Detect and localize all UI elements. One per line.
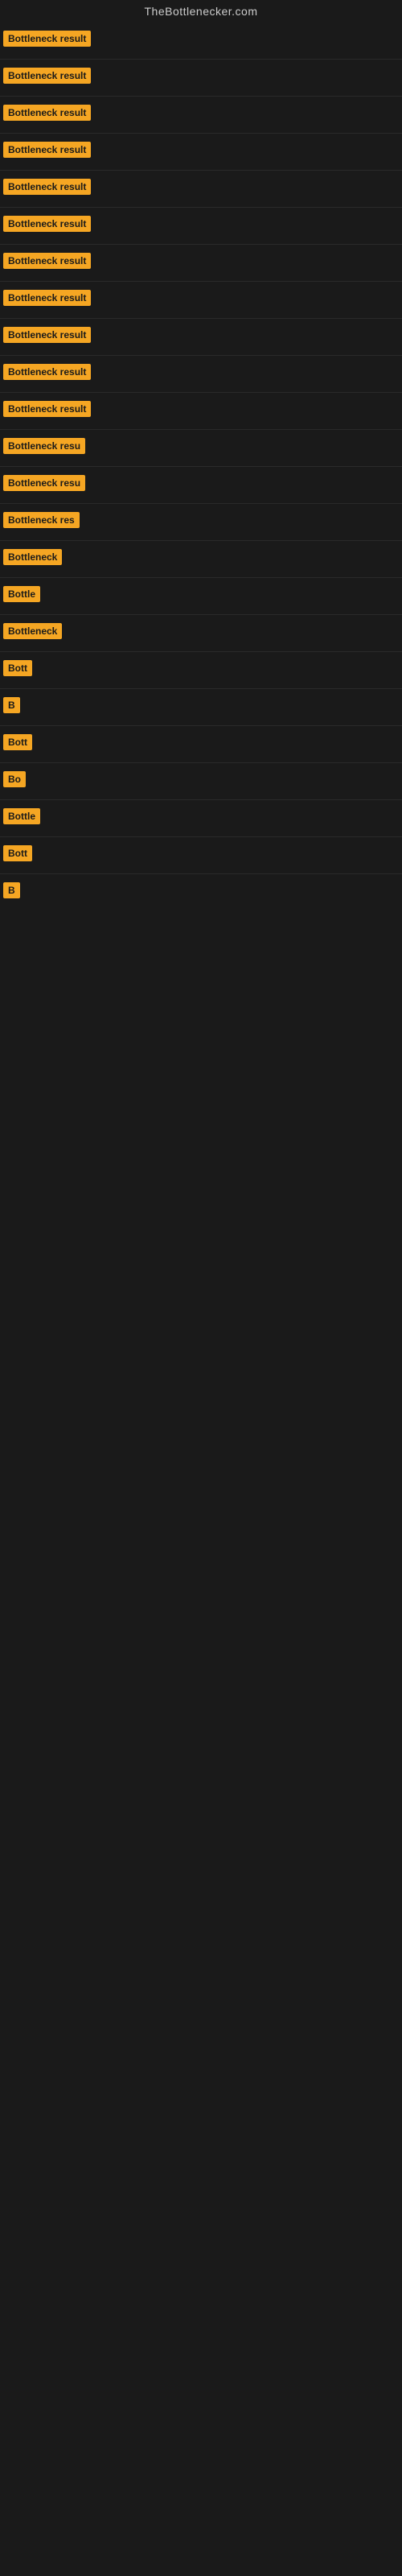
result-row: B [0,874,402,910]
bottleneck-badge[interactable]: Bottleneck result [3,216,91,232]
result-row: Bottleneck result [0,134,402,171]
bottleneck-badge[interactable]: Bott [3,845,32,861]
result-row: Bo [0,763,402,800]
bottleneck-badge[interactable]: Bottleneck result [3,68,91,84]
bottleneck-badge[interactable]: Bottleneck [3,549,62,565]
result-row: Bottle [0,578,402,615]
bottleneck-badge[interactable]: Bottle [3,586,40,602]
site-title: TheBottlenecker.com [0,0,402,23]
result-row: Bottleneck result [0,245,402,282]
bottleneck-badge[interactable]: Bottleneck result [3,327,91,343]
result-row: B [0,689,402,726]
bottleneck-badge[interactable]: Bottleneck result [3,253,91,269]
bottleneck-badge[interactable]: Bottleneck result [3,401,91,417]
result-row: Bottleneck [0,615,402,652]
bottleneck-badge[interactable]: Bottle [3,808,40,824]
bottleneck-badge[interactable]: Bottleneck result [3,31,91,47]
result-row: Bottleneck result [0,171,402,208]
bottleneck-badge[interactable]: B [3,882,20,898]
bottleneck-badge[interactable]: Bott [3,734,32,750]
result-row: Bottleneck result [0,282,402,319]
result-row: Bottleneck result [0,393,402,430]
result-row: Bottleneck resu [0,467,402,504]
result-row: Bottleneck result [0,60,402,97]
result-row: Bottleneck result [0,319,402,356]
bottleneck-badge[interactable]: Bo [3,771,26,787]
result-row: Bottleneck resu [0,430,402,467]
bottleneck-badge[interactable]: Bottleneck [3,623,62,639]
result-row: Bottleneck [0,541,402,578]
bottleneck-badge[interactable]: Bottleneck result [3,290,91,306]
bottleneck-badge[interactable]: B [3,697,20,713]
result-row: Bott [0,726,402,763]
bottleneck-badge[interactable]: Bottleneck result [3,105,91,121]
result-row: Bott [0,837,402,874]
bottleneck-badge[interactable]: Bottleneck resu [3,438,85,454]
result-row: Bottleneck result [0,356,402,393]
result-row: Bottleneck result [0,208,402,245]
bottleneck-badge[interactable]: Bottleneck resu [3,475,85,491]
result-row: Bott [0,652,402,689]
bottleneck-badge[interactable]: Bottleneck result [3,142,91,158]
bottleneck-badge[interactable]: Bottleneck result [3,179,91,195]
site-title-bar: TheBottlenecker.com [0,0,402,23]
result-row: Bottleneck result [0,23,402,60]
results-container: Bottleneck result Bottleneck result Bottle… [0,23,402,910]
bottleneck-badge[interactable]: Bottleneck res [3,512,80,528]
result-row: Bottleneck result [0,97,402,134]
bottleneck-badge[interactable]: Bott [3,660,32,676]
bottleneck-badge[interactable]: Bottleneck result [3,364,91,380]
result-row: Bottle [0,800,402,837]
result-row: Bottleneck res [0,504,402,541]
